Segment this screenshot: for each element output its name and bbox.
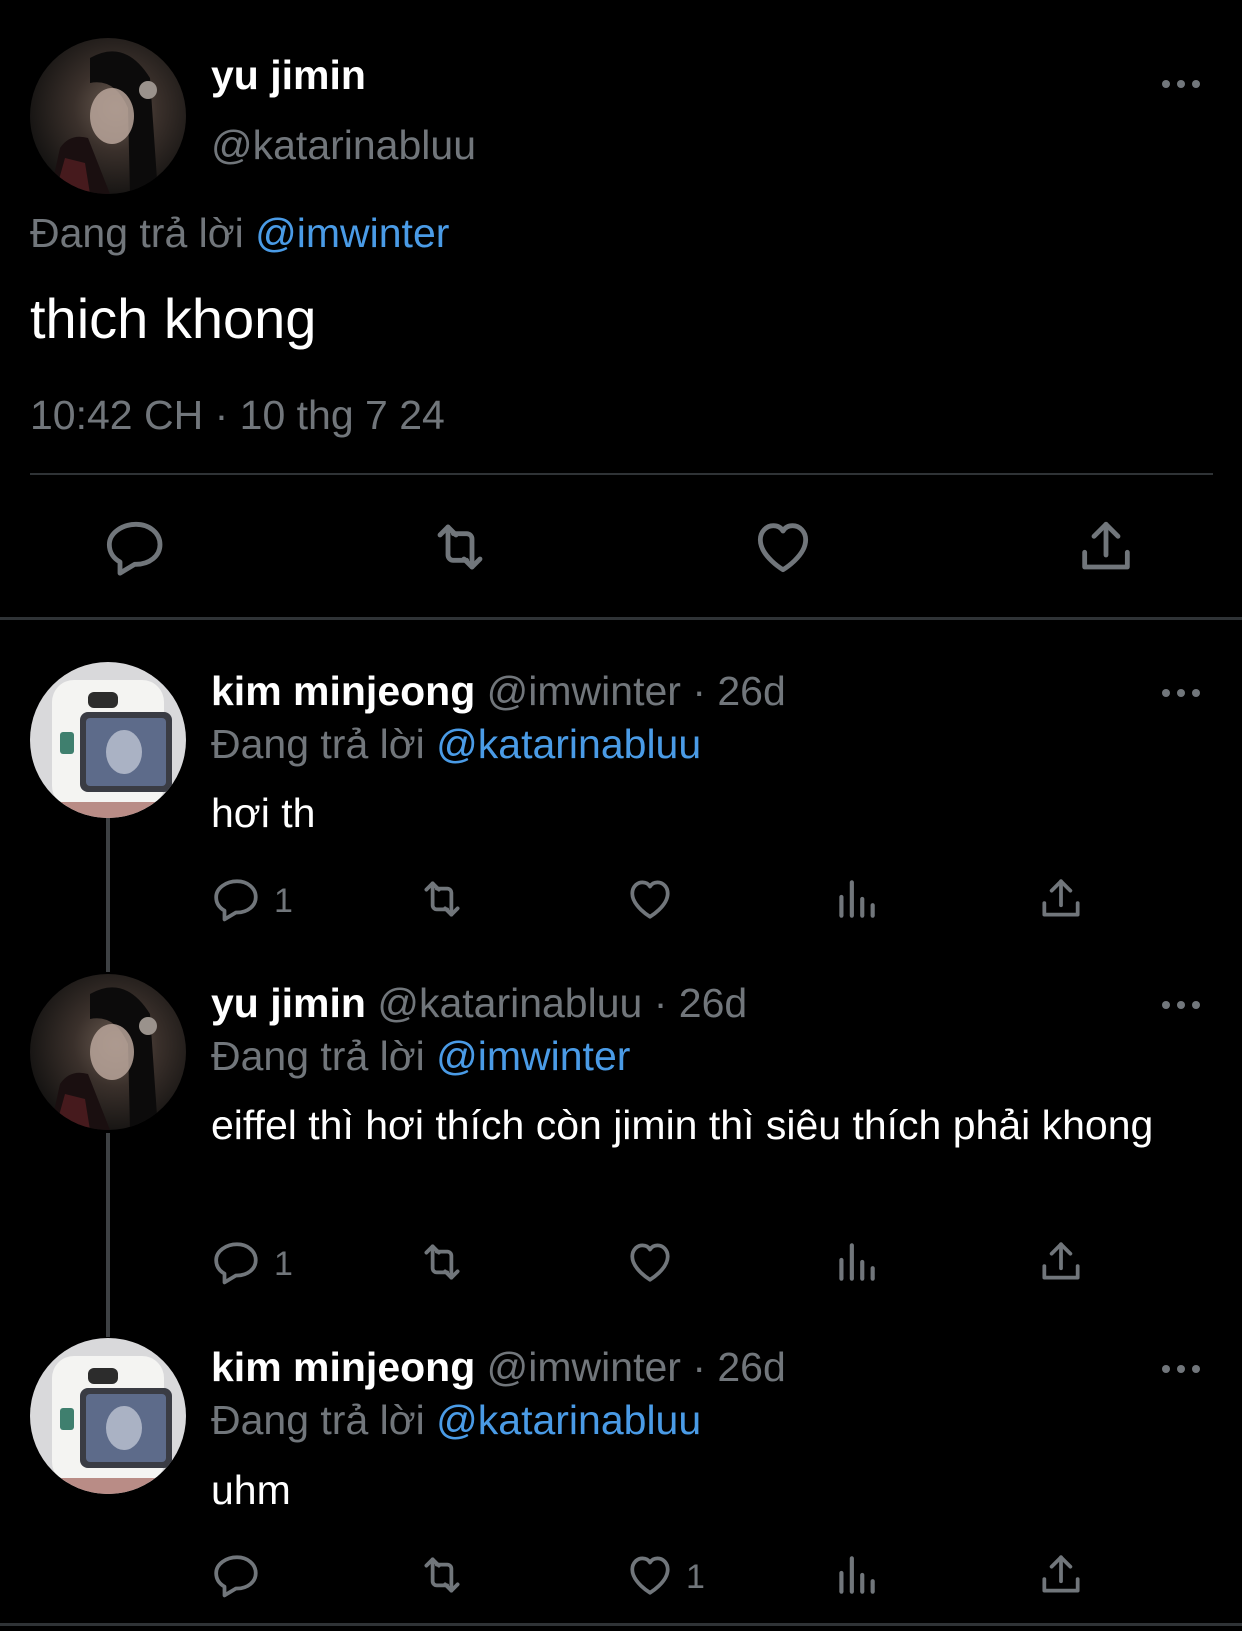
reply-icon[interactable] <box>212 874 262 924</box>
like-icon[interactable] <box>625 1550 675 1600</box>
reply-author-handle[interactable]: @katarinabluu <box>377 980 642 1026</box>
replying-prefix: Đang trả lời <box>211 1397 425 1443</box>
reply-count: 1 <box>274 1245 293 1283</box>
divider <box>0 1623 1242 1626</box>
reply-header: yu jimin @katarinabluu · 26d <box>211 980 747 1027</box>
more-icon[interactable] <box>1160 70 1202 98</box>
like-icon[interactable] <box>625 874 675 924</box>
replying-to-link[interactable]: @imwinter <box>255 210 449 256</box>
tweet-text: thich khong <box>30 287 317 350</box>
divider <box>30 473 1213 475</box>
replying-to: Đang trả lời @katarinabluu <box>211 721 701 768</box>
reply-age: · 26d <box>692 1344 786 1390</box>
more-icon[interactable] <box>1160 1355 1202 1383</box>
share-icon[interactable] <box>1036 1550 1086 1600</box>
reply-text: eiffel thì hơi thích còn jimin thì siêu … <box>211 1102 1154 1148</box>
reply-avatar[interactable] <box>30 1338 186 1494</box>
author-handle[interactable]: @katarinabluu <box>211 122 476 169</box>
views-icon[interactable] <box>831 1237 881 1287</box>
replying-to-link[interactable]: @imwinter <box>436 1033 630 1079</box>
reply-author-name[interactable]: kim minjeong <box>211 668 475 714</box>
thread-line <box>106 818 110 972</box>
replying-prefix: Đang trả lời <box>211 721 425 767</box>
share-icon[interactable] <box>1036 1237 1086 1287</box>
reply-author-handle[interactable]: @imwinter <box>487 1344 681 1390</box>
share-icon[interactable] <box>1036 874 1086 924</box>
reply-text: hơi th <box>211 790 316 836</box>
replying-to-link[interactable]: @katarinabluu <box>436 1397 701 1443</box>
replying-to-link[interactable]: @katarinabluu <box>436 721 701 767</box>
replying-to: Đang trả lời @katarinabluu <box>211 1397 701 1444</box>
more-icon[interactable] <box>1160 991 1202 1019</box>
reply-avatar[interactable] <box>30 662 186 818</box>
reply-header: kim minjeong @imwinter · 26d <box>211 668 786 715</box>
replying-to: Đang trả lời @imwinter <box>211 1033 630 1080</box>
share-icon[interactable] <box>1074 515 1138 579</box>
views-icon[interactable] <box>831 874 881 924</box>
like-icon[interactable] <box>625 1237 675 1287</box>
reply-author-name[interactable]: kim minjeong <box>211 1344 475 1390</box>
reply-icon[interactable] <box>104 515 168 579</box>
retweet-icon[interactable] <box>417 1550 467 1600</box>
section-divider <box>0 617 1242 620</box>
reply-age: · 26d <box>653 980 748 1026</box>
retweet-icon[interactable] <box>417 1237 467 1287</box>
retweet-icon[interactable] <box>417 874 467 924</box>
retweet-icon[interactable] <box>428 515 492 579</box>
replying-prefix: Đang trả lời <box>211 1033 425 1079</box>
reply-age: · 26d <box>692 668 786 714</box>
tweet-timestamp[interactable]: 10:42 CH · 10 thg 7 24 <box>30 392 445 439</box>
views-icon[interactable] <box>831 1550 881 1600</box>
reply-text: uhm <box>211 1467 291 1513</box>
like-icon[interactable] <box>751 515 815 579</box>
reply-author-handle[interactable]: @imwinter <box>487 668 681 714</box>
more-icon[interactable] <box>1160 679 1202 707</box>
reply-author-name[interactable]: yu jimin <box>211 980 366 1026</box>
author-name[interactable]: yu jimin <box>211 52 366 99</box>
replying-prefix: Đang trả lời <box>30 210 244 256</box>
reply-icon[interactable] <box>212 1237 262 1287</box>
like-count: 1 <box>686 1558 705 1596</box>
replying-to: Đang trả lời @imwinter <box>30 210 449 257</box>
reply-avatar[interactable] <box>30 974 186 1130</box>
reply-header: kim minjeong @imwinter · 26d <box>211 1344 786 1391</box>
author-avatar[interactable] <box>30 38 186 194</box>
reply-icon[interactable] <box>212 1550 262 1600</box>
reply-count: 1 <box>274 882 293 920</box>
thread-line <box>106 1133 110 1337</box>
